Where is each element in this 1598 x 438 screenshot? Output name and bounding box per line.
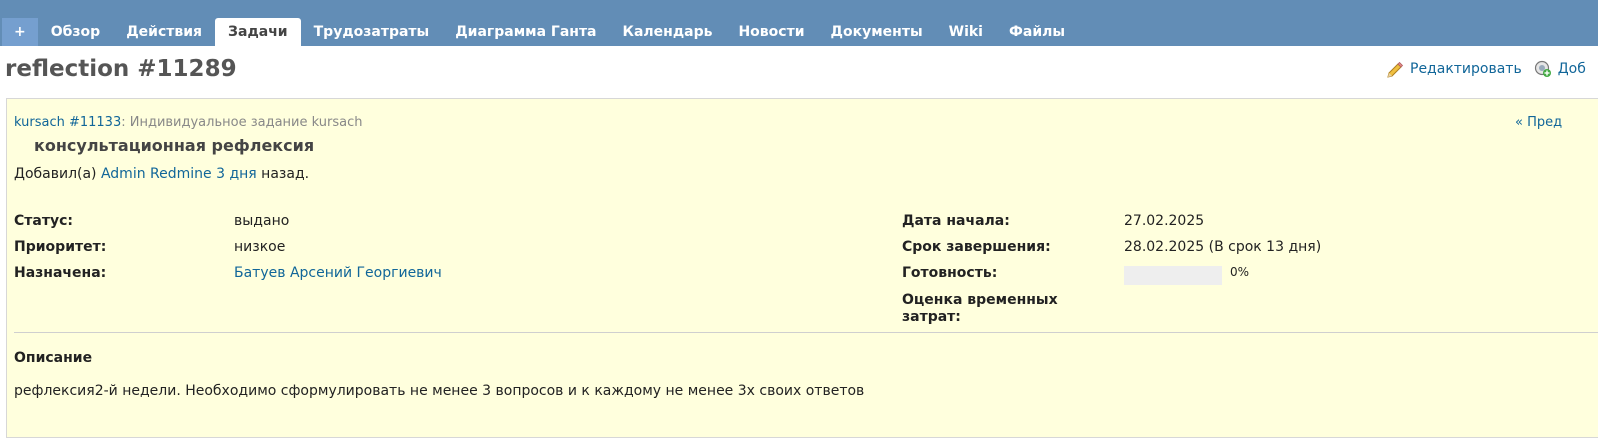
description-label: Описание <box>14 350 93 366</box>
done-ratio-label: Готовность: <box>902 265 998 281</box>
estimated-time-label-line-1: Оценка временных <box>902 292 1058 308</box>
due-date-value: 28.02.2025 (В срок 13 дня) <box>1124 239 1322 255</box>
edit-link[interactable]: Редактировать <box>1410 61 1522 77</box>
separator <box>14 332 1598 333</box>
priority-value: низкое <box>234 239 286 255</box>
start-date-value: 27.02.2025 <box>1124 213 1205 229</box>
due-date-label: Срок завершения: <box>902 239 1051 255</box>
top-menu: + Обзор Действия Задачи Трудозатраты Диа… <box>0 0 1598 46</box>
parent-issue-subject: : Индивидуальное задание kursach <box>121 115 363 130</box>
parent-issue-link[interactable]: kursach #11133 <box>14 115 121 130</box>
tab-time-entries[interactable]: Трудозатраты <box>301 18 443 46</box>
tab-calendar[interactable]: Календарь <box>610 18 726 46</box>
tab-issues[interactable]: Задачи <box>215 18 301 46</box>
tab-overview[interactable]: Обзор <box>38 18 113 46</box>
status-value: выдано <box>234 213 290 229</box>
previous-issue-link[interactable]: « Пред <box>1515 115 1562 130</box>
add-link[interactable]: Доб <box>1558 61 1586 77</box>
status-label: Статус: <box>14 213 73 229</box>
issue-subject: консультационная рефлексия <box>34 136 315 155</box>
tab-news[interactable]: Новости <box>725 18 817 46</box>
estimated-time-label: Оценка временных затрат: <box>902 292 1058 326</box>
assignee-label: Назначена: <box>14 265 107 281</box>
start-date-label: Дата начала: <box>902 213 1010 229</box>
contextual-actions: Редактировать Доб <box>1386 60 1586 78</box>
tab-wiki[interactable]: Wiki <box>936 18 996 46</box>
progress-bar <box>1124 266 1222 285</box>
tab-files[interactable]: Файлы <box>996 18 1078 46</box>
project-tabs: + Обзор Действия Задачи Трудозатраты Диа… <box>0 18 1078 46</box>
tab-documents[interactable]: Документы <box>818 18 936 46</box>
pencil-icon[interactable] <box>1386 60 1404 78</box>
tab-activity[interactable]: Действия <box>113 18 215 46</box>
estimated-time-label-line-2: затрат: <box>902 309 961 325</box>
parent-issue: kursach #11133: Индивидуальное задание k… <box>14 115 362 130</box>
watch-add-icon[interactable] <box>1534 60 1552 78</box>
added-prefix: Добавил(а) <box>14 166 101 182</box>
done-ratio-value: 0% <box>1230 265 1250 279</box>
tab-gantt[interactable]: Диаграмма Ганта <box>442 18 609 46</box>
added-suffix: назад. <box>256 166 310 182</box>
author-link[interactable]: Admin Redmine <box>101 166 212 182</box>
author-line: Добавил(а) Admin Redmine 3 дня назад. <box>14 166 309 182</box>
new-object-tab[interactable]: + <box>2 18 38 46</box>
age-link[interactable]: 3 дня <box>216 166 257 182</box>
page-title: reflection #11289 <box>5 56 237 82</box>
priority-label: Приоритет: <box>14 239 107 255</box>
description-text: рефлексия2-й недели. Необходимо сформули… <box>14 383 865 399</box>
issue-details: kursach #11133: Индивидуальное задание k… <box>6 98 1598 438</box>
assignee-link[interactable]: Батуев Арсений Георгиевич <box>234 265 442 281</box>
